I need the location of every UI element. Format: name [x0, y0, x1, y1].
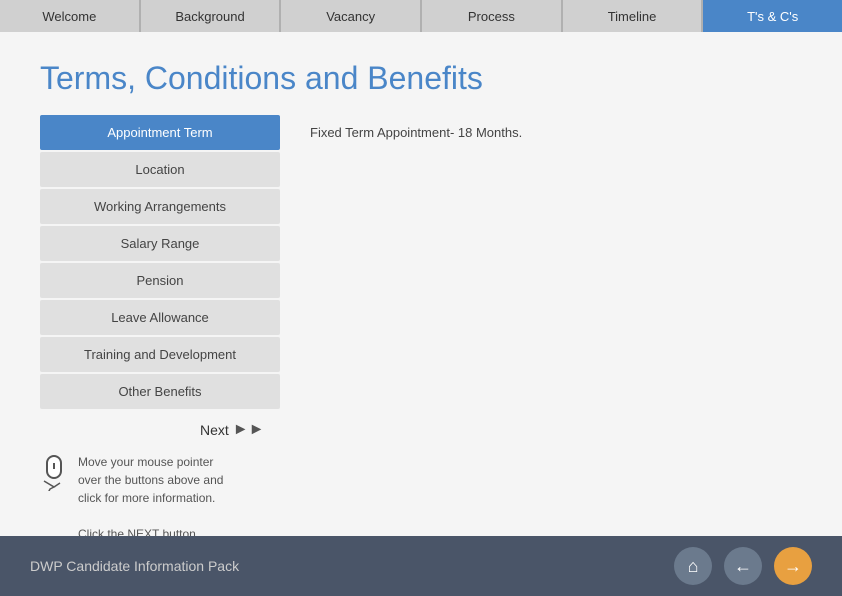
help-line1: Move your mouse pointer [78, 455, 213, 469]
nav-tab-tcs[interactable]: T's & C's [703, 0, 842, 32]
nav-tab-background[interactable]: Background [141, 0, 282, 32]
home-icon: ⌂ [688, 556, 699, 577]
help-line3: click for more information. [78, 491, 215, 505]
next-area: Next ►► [40, 421, 802, 439]
help-line2: over the buttons above and [78, 473, 223, 487]
sidebar: Appointment Term Location Working Arrang… [40, 115, 280, 409]
main-content: Terms, Conditions and Benefits Appointme… [0, 32, 842, 581]
forward-button[interactable]: → [774, 547, 812, 585]
sidebar-btn-appointment-term[interactable]: Appointment Term [40, 115, 280, 150]
next-label: Next [200, 422, 229, 438]
sidebar-btn-location[interactable]: Location [40, 152, 280, 187]
sidebar-btn-training-development[interactable]: Training and Development [40, 337, 280, 372]
forward-icon: → [784, 556, 802, 577]
page-title: Terms, Conditions and Benefits [40, 60, 802, 97]
nav-tab-welcome[interactable]: Welcome [0, 0, 141, 32]
info-text: Fixed Term Appointment- 18 Months. [310, 125, 792, 140]
sidebar-btn-salary-range[interactable]: Salary Range [40, 226, 280, 261]
info-panel: Fixed Term Appointment- 18 Months. [300, 115, 802, 150]
content-area: Appointment Term Location Working Arrang… [40, 115, 802, 409]
top-navigation: Welcome Background Vacancy Process Timel… [0, 0, 842, 32]
sidebar-btn-leave-allowance[interactable]: Leave Allowance [40, 300, 280, 335]
nav-tab-timeline[interactable]: Timeline [563, 0, 704, 32]
home-button[interactable]: ⌂ [674, 547, 712, 585]
sidebar-btn-other-benefits[interactable]: Other Benefits [40, 374, 280, 409]
sidebar-btn-working-arrangements[interactable]: Working Arrangements [40, 189, 280, 224]
footer-title: DWP Candidate Information Pack [30, 558, 239, 574]
next-arrows-icon: ►► [233, 421, 265, 439]
nav-tab-vacancy[interactable]: Vacancy [281, 0, 422, 32]
sidebar-btn-pension[interactable]: Pension [40, 263, 280, 298]
next-button[interactable]: Next ►► [200, 421, 264, 439]
back-icon: ← [734, 556, 752, 577]
back-button[interactable]: ← [724, 547, 762, 585]
nav-tab-process[interactable]: Process [422, 0, 563, 32]
footer: DWP Candidate Information Pack ⌂ ← → [0, 536, 842, 596]
mouse-icon [40, 455, 68, 491]
footer-nav: ⌂ ← → [674, 547, 812, 585]
